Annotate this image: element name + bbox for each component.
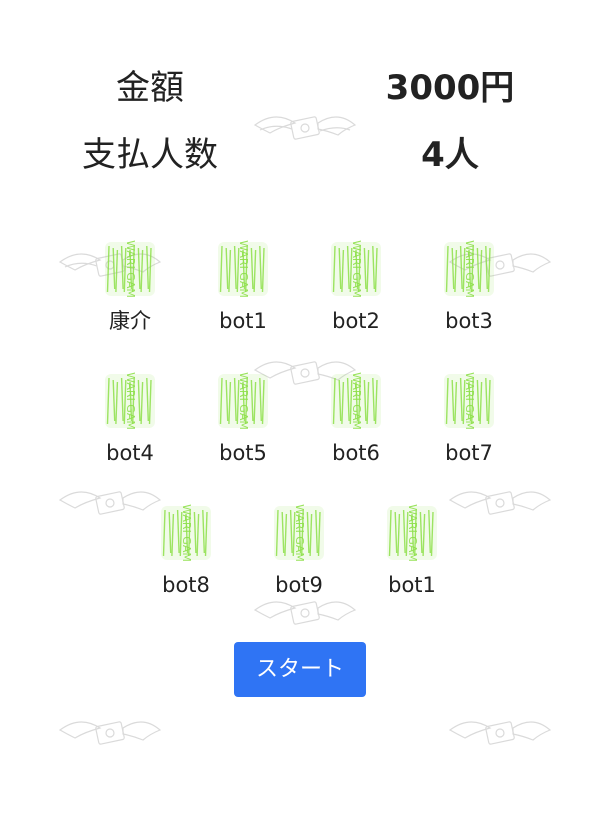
player-name: bot2: [332, 309, 380, 333]
winged-money-watermark-icon: [58, 721, 162, 745]
wari-gam-logo-icon: WARI GAM: [331, 240, 381, 298]
player-name: 康介: [109, 309, 151, 333]
player-name: bot4: [106, 441, 154, 465]
player-name: bot5: [219, 441, 267, 465]
winged-money-watermark-icon: [448, 721, 552, 745]
player-name: bot8: [162, 573, 210, 597]
logo-text: WARI GAM: [237, 240, 250, 298]
wari-gam-logo-icon: WARI GAM: [331, 372, 381, 430]
player-name: bot3: [445, 309, 493, 333]
player-tile: WARI GAM bot5: [188, 372, 298, 482]
logo-text: WARI GAM: [350, 240, 363, 298]
player-tile: WARI GAM bot9: [244, 504, 354, 614]
amount-label: 金額: [116, 68, 184, 108]
player-tile: WARI GAM bot2: [301, 240, 411, 350]
player-tile: WARI GAM 康介: [75, 240, 185, 350]
player-name: bot9: [275, 573, 323, 597]
wari-gam-logo-icon: WARI GAM: [274, 504, 324, 562]
logo-text: WARI GAM: [237, 372, 250, 430]
payers-row: 支払人数 4人: [0, 125, 600, 185]
player-name: bot6: [332, 441, 380, 465]
logo-text: WARI GAM: [406, 504, 419, 562]
player-tile: WARI GAM bot1: [188, 240, 298, 350]
logo-text: WARI GAM: [463, 372, 476, 430]
amount-value: 3000円: [385, 68, 515, 108]
start-button[interactable]: スタート: [234, 642, 366, 697]
logo-text: WARI GAM: [463, 240, 476, 298]
wari-gam-logo-icon: WARI GAM: [387, 504, 437, 562]
logo-text: WARI GAM: [293, 504, 306, 562]
player-name: bot1: [388, 573, 436, 597]
wari-gam-logo-icon: WARI GAM: [444, 372, 494, 430]
player-tile: WARI GAM bot7: [414, 372, 524, 482]
player-tile: WARI GAM bot3: [414, 240, 524, 350]
logo-text: WARI GAM: [124, 240, 137, 298]
logo-text: WARI GAM: [124, 372, 137, 430]
player-tile: WARI GAM bot6: [301, 372, 411, 482]
wari-gam-logo-icon: WARI GAM: [218, 240, 268, 298]
logo-text: WARI GAM: [180, 504, 193, 562]
wari-gam-logo-icon: WARI GAM: [105, 372, 155, 430]
wari-gam-logo-icon: WARI GAM: [161, 504, 211, 562]
player-tile: WARI GAM bot1: [357, 504, 467, 614]
wari-gam-logo-icon: WARI GAM: [444, 240, 494, 298]
wari-gam-logo-icon: WARI GAM: [218, 372, 268, 430]
player-name: bot1: [219, 309, 267, 333]
player-tile: WARI GAM bot4: [75, 372, 185, 482]
player-name: bot7: [445, 441, 493, 465]
payers-value: 4人: [421, 135, 479, 175]
logo-text: WARI GAM: [350, 372, 363, 430]
player-tile: WARI GAM bot8: [131, 504, 241, 614]
payers-label: 支払人数: [82, 135, 218, 175]
amount-row: 金額 3000円: [0, 58, 600, 118]
wari-gam-logo-icon: WARI GAM: [105, 240, 155, 298]
